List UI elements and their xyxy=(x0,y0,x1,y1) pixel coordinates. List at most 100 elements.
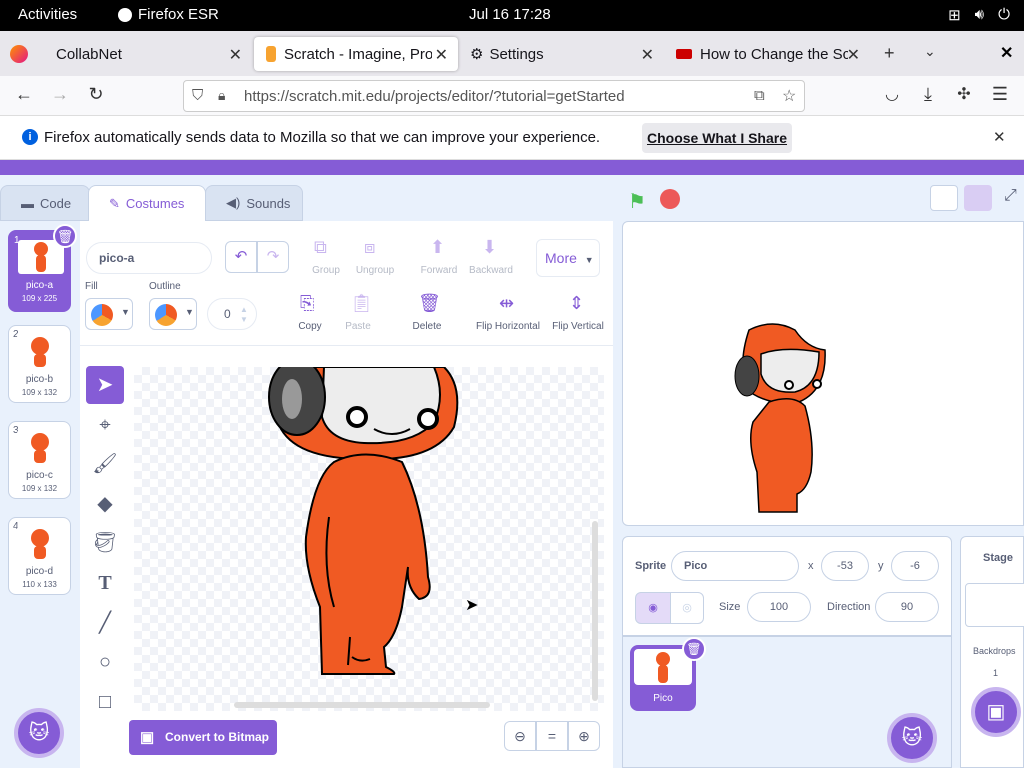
small-stage-icon[interactable] xyxy=(930,185,958,211)
ungroup-label[interactable]: Ungroup xyxy=(352,265,398,276)
stepper-icon[interactable]: ▲ ▼ xyxy=(240,299,248,325)
show-sprite-button[interactable]: ◉ xyxy=(635,592,671,624)
menu-icon[interactable]: ☰ xyxy=(988,84,1012,105)
stage-canvas[interactable] xyxy=(622,221,1024,526)
lock-icon[interactable]: 🔒︎ xyxy=(218,87,225,104)
x-input[interactable]: -53 xyxy=(821,551,869,581)
close-icon[interactable]: ✕ xyxy=(993,128,1006,146)
pocket-icon[interactable]: ◡ xyxy=(880,84,904,104)
sprite-tile-pico[interactable]: Pico 🗑︎ xyxy=(630,637,706,711)
more-button[interactable]: More ▼ xyxy=(536,239,600,277)
extensions-icon[interactable]: ✣ xyxy=(952,84,976,104)
delete-costume-icon[interactable]: 🗑︎ xyxy=(53,224,77,248)
url-text[interactable]: https://scratch.mit.edu/projects/editor/… xyxy=(244,88,625,105)
tab-how-to[interactable]: How to Change the Sc ✕ xyxy=(664,37,870,71)
zoom-out-button[interactable]: ⊖ xyxy=(504,721,536,751)
hide-sprite-button[interactable]: ◎ xyxy=(670,592,704,624)
fullscreen-icon[interactable]: ⤢ xyxy=(1004,187,1017,205)
outline-width-input[interactable]: 0 ▲ ▼ xyxy=(207,298,257,330)
flip-vertical-icon[interactable]: ⇕ xyxy=(569,293,584,314)
flip-horizontal-label[interactable]: Flip Horizontal xyxy=(472,321,544,332)
rectangle-tool[interactable]: □ xyxy=(86,683,124,721)
url-bar[interactable]: ⛉ 🔒︎ https://scratch.mit.edu/projects/ed… xyxy=(183,80,805,112)
choose-costume-button[interactable]: 🐱︎ xyxy=(14,708,64,758)
firefox-view-icon[interactable] xyxy=(10,45,28,63)
group-label[interactable]: Group xyxy=(306,265,346,276)
size-input[interactable]: 100 xyxy=(747,592,811,622)
shield-icon[interactable]: ⛉ xyxy=(192,87,203,104)
stop-icon[interactable] xyxy=(660,189,680,209)
close-icon[interactable]: ✕ xyxy=(641,45,654,65)
costume-item[interactable]: 3 pico-c 109 x 132 xyxy=(8,421,71,499)
eraser-tool[interactable]: ◆ xyxy=(86,485,124,523)
select-tool[interactable]: ➤ xyxy=(86,366,124,404)
line-tool[interactable]: ╱ xyxy=(86,604,124,642)
screenshot-icon[interactable]: ⧉ xyxy=(754,87,765,104)
reload-icon[interactable]: ↻ xyxy=(84,84,108,105)
reshape-tool[interactable]: ⌖ xyxy=(86,406,124,444)
ungroup-icon[interactable]: ⧈ xyxy=(364,237,375,258)
costume-name-input[interactable] xyxy=(86,242,212,274)
costume-item[interactable]: 4 pico-d 110 x 133 xyxy=(8,517,71,595)
paste-label[interactable]: Paste xyxy=(338,321,378,332)
backward-icon[interactable]: ⬇ xyxy=(482,237,497,258)
app-menu[interactable]: Firefox ESR xyxy=(118,6,219,23)
tab-costumes[interactable]: ✎ Costumes xyxy=(88,185,206,221)
zoom-in-button[interactable]: ⊕ xyxy=(568,721,600,751)
fill-color-picker[interactable]: ▼ xyxy=(85,298,133,330)
back-icon[interactable]: ← xyxy=(12,84,36,105)
delete-sprite-icon[interactable]: 🗑︎ xyxy=(682,637,706,661)
green-flag-icon[interactable]: ⚑ xyxy=(628,189,646,214)
choose-sprite-button[interactable]: 🐱︎ xyxy=(887,713,937,763)
flip-horizontal-icon[interactable]: ⇹ xyxy=(499,293,514,314)
activities-button[interactable]: Activities xyxy=(18,6,77,23)
close-icon[interactable]: ✕ xyxy=(229,45,242,65)
close-window-icon[interactable]: ✕ xyxy=(1000,43,1013,63)
redo-button[interactable]: ↷ xyxy=(257,241,289,273)
forward-label[interactable]: Forward xyxy=(416,265,462,276)
zoom-reset-button[interactable]: = xyxy=(536,721,568,751)
system-tray[interactable]: ⊞ 🔊︎ ⏻ xyxy=(948,6,1010,24)
direction-input[interactable]: 90 xyxy=(875,592,939,622)
close-icon[interactable]: ✕ xyxy=(435,45,448,65)
choose-backdrop-button[interactable]: ▣ xyxy=(971,687,1021,737)
tab-sounds[interactable]: ◀) Sounds xyxy=(205,185,303,221)
new-tab-icon[interactable]: + xyxy=(884,43,895,64)
tab-collabnet[interactable]: CollabNet ✕ xyxy=(44,37,252,71)
undo-button[interactable]: ↶ xyxy=(225,241,257,273)
close-icon[interactable]: ✕ xyxy=(847,45,860,65)
stage-selector[interactable]: Stage Backdrops 1 ▣ xyxy=(960,536,1024,768)
outline-color-picker[interactable]: ▼ xyxy=(149,298,197,330)
horizontal-scrollbar[interactable] xyxy=(234,702,490,708)
costume-item[interactable]: 2 pico-b 109 x 132 xyxy=(8,325,71,403)
fill-tool[interactable]: 🪣︎ xyxy=(86,524,124,562)
group-icon[interactable]: ⧉ xyxy=(314,237,327,258)
copy-icon[interactable]: ⎘ xyxy=(300,293,314,314)
normal-stage-icon[interactable] xyxy=(964,185,992,211)
forward-icon[interactable]: ⬆ xyxy=(430,237,445,258)
text-tool[interactable]: T xyxy=(86,564,124,602)
backward-label[interactable]: Backward xyxy=(466,265,516,276)
y-input[interactable]: -6 xyxy=(891,551,939,581)
costume-item[interactable]: 1 pico-a 109 x 225 🗑︎ xyxy=(8,224,77,312)
bookmark-star-icon[interactable]: ☆ xyxy=(782,86,796,106)
brush-tool[interactable]: 🖌︎ xyxy=(86,445,124,483)
forward-icon[interactable]: → xyxy=(48,84,72,105)
paint-canvas[interactable] xyxy=(134,367,604,711)
sprite-name-input[interactable]: Pico xyxy=(671,551,799,581)
clock[interactable]: Jul 16 17:28 xyxy=(469,6,551,23)
circle-tool[interactable]: ○ xyxy=(86,643,124,681)
tab-settings[interactable]: ⚙ Settings ✕ xyxy=(458,37,664,71)
trash-icon[interactable]: 🗑︎ xyxy=(418,293,441,314)
convert-to-bitmap-button[interactable]: ▣ Convert to Bitmap xyxy=(129,720,277,755)
vertical-scrollbar[interactable] xyxy=(592,521,598,701)
copy-label[interactable]: Copy xyxy=(290,321,330,332)
delete-label[interactable]: Delete xyxy=(406,321,448,332)
flip-vertical-label[interactable]: Flip Vertical xyxy=(546,321,610,332)
list-tabs-icon[interactable]: ⌄ xyxy=(924,43,936,60)
paste-icon[interactable]: 📋︎ xyxy=(350,293,373,314)
tab-code[interactable]: ▬ Code xyxy=(0,185,90,221)
downloads-icon[interactable]: ⤓ xyxy=(916,84,940,105)
choose-what-i-share-button[interactable]: Choose What I Share xyxy=(642,123,792,153)
tab-scratch[interactable]: Scratch - Imagine, Prog ✕ xyxy=(254,37,458,71)
